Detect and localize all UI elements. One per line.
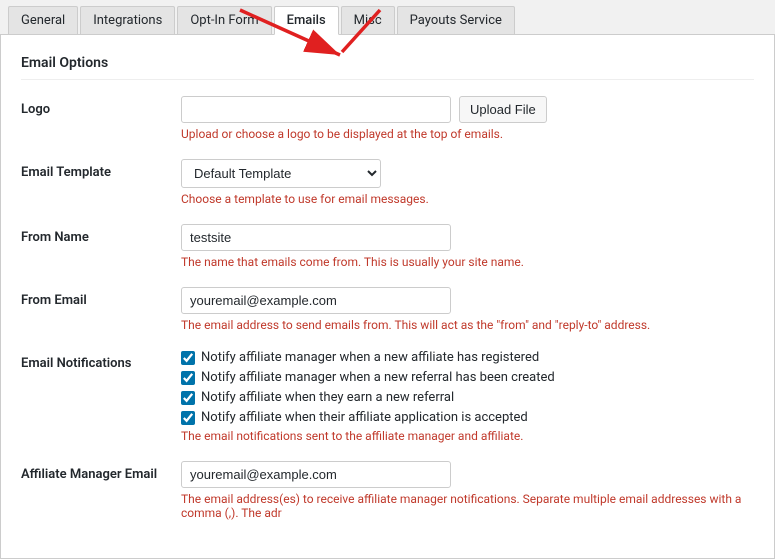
tab-payouts-service[interactable]: Payouts Service	[397, 6, 515, 34]
email-template-field: Default Template Choose a template to us…	[181, 159, 754, 206]
from-name-label: From Name	[21, 224, 181, 245]
section-title: Email Options	[21, 55, 754, 80]
notification-checkbox-0[interactable]	[181, 351, 195, 365]
affiliate-manager-email-input[interactable]	[181, 461, 451, 488]
email-template-label: Email Template	[21, 159, 181, 180]
content-area: Email Options Logo Upload File Upload or…	[0, 35, 775, 559]
tab-general[interactable]: General	[8, 6, 78, 34]
logo-field: Upload File Upload or choose a logo to b…	[181, 96, 754, 141]
affiliate-manager-email-field: The email address(es) to receive affilia…	[181, 461, 754, 520]
notifications-help: The email notifications sent to the affi…	[181, 429, 754, 443]
tab-opt-in-form[interactable]: Opt-In Form	[177, 6, 271, 34]
from-name-help: The name that emails come from. This is …	[181, 255, 754, 269]
from-email-field: The email address to send emails from. T…	[181, 287, 754, 332]
email-template-help: Choose a template to use for email messa…	[181, 192, 754, 206]
from-email-row: From Email The email address to send ema…	[21, 287, 754, 332]
notification-checkbox-2[interactable]	[181, 391, 195, 405]
notification-label-3: Notify affiliate when their affiliate ap…	[201, 410, 528, 425]
tab-integrations[interactable]: Integrations	[80, 6, 175, 34]
tab-misc[interactable]: Misc	[341, 6, 395, 34]
tab-emails[interactable]: Emails	[274, 6, 339, 35]
notification-item-1[interactable]: Notify affiliate manager when a new refe…	[181, 370, 754, 385]
from-name-field: The name that emails come from. This is …	[181, 224, 754, 269]
notification-checkbox-1[interactable]	[181, 371, 195, 385]
email-template-row: Email Template Default Template Choose a…	[21, 159, 754, 206]
affiliate-manager-email-row: Affiliate Manager Email The email addres…	[21, 461, 754, 520]
from-email-label: From Email	[21, 287, 181, 308]
upload-file-button[interactable]: Upload File	[459, 96, 547, 123]
notification-item-0[interactable]: Notify affiliate manager when a new affi…	[181, 350, 754, 365]
notification-label-2: Notify affiliate when they earn a new re…	[201, 390, 454, 405]
page-container: General Integrations Opt-In Form Emails …	[0, 0, 775, 559]
email-notifications-field: Notify affiliate manager when a new affi…	[181, 350, 754, 443]
notification-label-0: Notify affiliate manager when a new affi…	[201, 350, 539, 365]
logo-row: Logo Upload File Upload or choose a logo…	[21, 96, 754, 141]
from-email-input[interactable]	[181, 287, 451, 314]
affiliate-manager-email-help: The email address(es) to receive affilia…	[181, 492, 754, 520]
tabs-bar: General Integrations Opt-In Form Emails …	[0, 0, 775, 35]
from-email-help: The email address to send emails from. T…	[181, 318, 754, 332]
checkbox-list: Notify affiliate manager when a new affi…	[181, 350, 754, 425]
from-name-input[interactable]	[181, 224, 451, 251]
notification-checkbox-3[interactable]	[181, 411, 195, 425]
logo-label: Logo	[21, 96, 181, 117]
from-name-row: From Name The name that emails come from…	[21, 224, 754, 269]
logo-input[interactable]	[181, 96, 451, 123]
email-notifications-label: Email Notifications	[21, 350, 181, 371]
logo-help: Upload or choose a logo to be displayed …	[181, 127, 754, 141]
email-notifications-row: Email Notifications Notify affiliate man…	[21, 350, 754, 443]
notification-label-1: Notify affiliate manager when a new refe…	[201, 370, 555, 385]
notification-item-3[interactable]: Notify affiliate when their affiliate ap…	[181, 410, 754, 425]
template-select[interactable]: Default Template	[181, 159, 381, 188]
affiliate-manager-email-label: Affiliate Manager Email	[21, 461, 181, 482]
notification-item-2[interactable]: Notify affiliate when they earn a new re…	[181, 390, 754, 405]
